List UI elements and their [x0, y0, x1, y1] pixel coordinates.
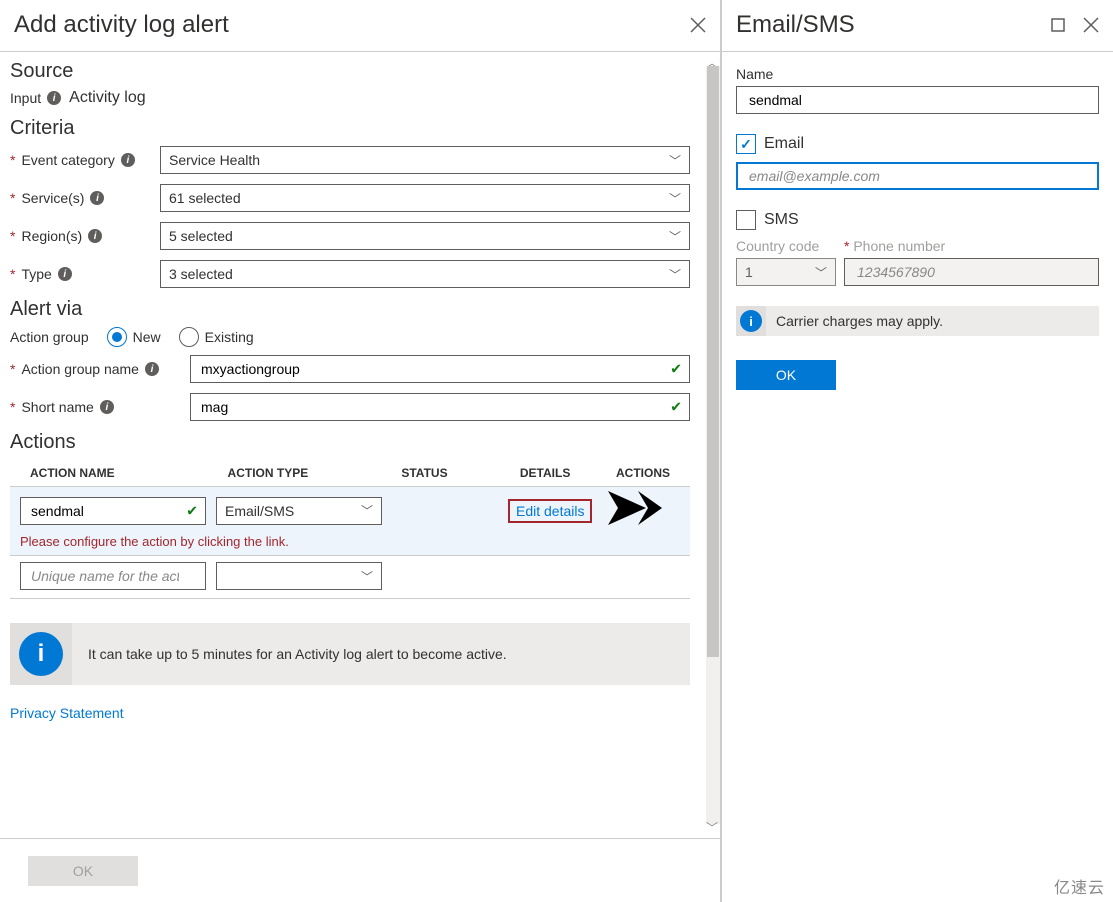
event-category-dropdown[interactable]: Service Health ﹀ — [160, 146, 690, 174]
alertvia-heading: Alert via — [10, 298, 690, 321]
carrier-info-banner: i Carrier charges may apply. — [736, 306, 1099, 336]
watermark: 亿速云 — [1054, 874, 1105, 898]
services-dropdown[interactable]: 61 selected ﹀ — [160, 184, 690, 212]
email-input[interactable] — [736, 162, 1099, 190]
edit-details-link[interactable]: Edit details — [508, 499, 592, 523]
country-code-value: 1 — [745, 264, 753, 280]
regions-value: 5 selected — [169, 228, 233, 244]
event-category-value: Service Health — [169, 152, 260, 168]
regions-dropdown[interactable]: 5 selected ﹀ — [160, 222, 690, 250]
actions-heading: Actions — [10, 431, 690, 454]
maximize-icon[interactable] — [1051, 17, 1065, 33]
country-code-label: Country code — [736, 238, 836, 254]
close-icon[interactable] — [690, 17, 706, 33]
sms-checkbox[interactable] — [736, 210, 756, 230]
phone-label: * Phone number — [844, 238, 1099, 254]
col-action-name: Action Name — [30, 466, 228, 480]
new-action-type-dropdown[interactable]: ﹀ — [216, 562, 382, 590]
chevron-down-icon: ﹀ — [361, 568, 373, 585]
info-icon[interactable]: i — [90, 191, 104, 205]
checkmark-icon: ✔ — [670, 361, 682, 378]
email-checkbox-label: Email — [764, 135, 804, 153]
phone-input — [844, 258, 1099, 286]
action-type-dropdown[interactable]: Email/SMS ﹀ — [216, 497, 382, 525]
name-input[interactable] — [736, 86, 1099, 114]
left-panel-title: Add activity log alert — [14, 11, 229, 39]
privacy-statement-link[interactable]: Privacy Statement — [10, 705, 124, 721]
chevron-down-icon: ﹀ — [669, 266, 681, 283]
action-name-input[interactable] — [20, 497, 206, 525]
col-status: Status — [401, 466, 520, 480]
info-icon: i — [19, 632, 63, 676]
event-category-label: Event category — [21, 152, 114, 168]
type-dropdown[interactable]: 3 selected ﹀ — [160, 260, 690, 288]
services-value: 61 selected — [169, 190, 241, 206]
carrier-info-text: Carrier charges may apply. — [766, 313, 953, 329]
close-icon[interactable] — [1083, 17, 1099, 33]
input-value: Activity log — [69, 89, 145, 107]
email-checkbox[interactable] — [736, 134, 756, 154]
radio-existing-label: Existing — [205, 329, 254, 345]
right-panel-title: Email/SMS — [736, 11, 855, 39]
required-mark: * — [10, 228, 15, 244]
short-name-input[interactable] — [190, 393, 690, 421]
source-heading: Source — [10, 60, 690, 83]
action-group-name-input[interactable] — [190, 355, 690, 383]
ok-button[interactable]: OK — [736, 360, 836, 390]
chevron-down-icon: ﹀ — [669, 228, 681, 245]
new-action-name-input[interactable] — [20, 562, 206, 590]
ok-button-disabled: OK — [28, 856, 138, 886]
info-icon[interactable]: i — [88, 229, 102, 243]
info-banner-text: It can take up to 5 minutes for an Activ… — [72, 646, 523, 662]
chevron-down-icon: ﹀ — [669, 190, 681, 207]
scrollbar-track[interactable] — [706, 66, 720, 824]
action-group-name-label: Action group name — [21, 361, 139, 377]
col-actions: Actions — [611, 466, 670, 480]
input-label: Input — [10, 90, 41, 106]
radio-new-label: New — [133, 329, 161, 345]
required-mark: * — [10, 190, 15, 206]
checkmark-icon: ✔ — [186, 502, 198, 519]
info-icon[interactable]: i — [145, 362, 159, 376]
chevron-down-icon: ﹀ — [361, 502, 373, 519]
regions-label: Region(s) — [21, 228, 82, 244]
chevron-down-icon: ﹀ — [815, 264, 827, 281]
required-mark: * — [10, 266, 15, 282]
chevron-down-icon: ﹀ — [669, 152, 681, 169]
arrow-annotation-icon — [608, 491, 662, 530]
scroll-down-icon[interactable]: ﹀ — [706, 819, 718, 836]
empty-action-row: ﹀ — [10, 556, 690, 599]
info-icon[interactable]: i — [100, 400, 114, 414]
type-value: 3 selected — [169, 266, 233, 282]
sms-checkbox-label: SMS — [764, 211, 799, 229]
info-icon: i — [740, 310, 762, 332]
required-mark: * — [10, 361, 15, 377]
action-row: ✔ Email/SMS ﹀ Edit details Please config… — [10, 486, 690, 556]
name-label: Name — [736, 66, 1099, 82]
action-type-value: Email/SMS — [225, 503, 294, 519]
checkmark-icon: ✔ — [670, 399, 682, 416]
type-label: Type — [21, 266, 51, 282]
radio-new[interactable] — [107, 327, 127, 347]
scrollbar-thumb[interactable] — [707, 66, 719, 657]
action-error-text: Please configure the action by clicking … — [20, 534, 680, 549]
info-icon[interactable]: i — [121, 153, 135, 167]
radio-existing[interactable] — [179, 327, 199, 347]
col-action-type: Action Type — [228, 466, 402, 480]
action-group-label: Action group — [10, 329, 89, 345]
required-mark: * — [10, 152, 15, 168]
info-banner: i It can take up to 5 minutes for an Act… — [10, 623, 690, 685]
required-mark: * — [10, 399, 15, 415]
info-icon[interactable]: i — [58, 267, 72, 281]
col-details: Details — [520, 466, 611, 480]
short-name-label: Short name — [21, 399, 93, 415]
country-code-dropdown: 1 ﹀ — [736, 258, 836, 286]
info-icon[interactable]: i — [47, 91, 61, 105]
criteria-heading: Criteria — [10, 117, 690, 140]
services-label: Service(s) — [21, 190, 84, 206]
